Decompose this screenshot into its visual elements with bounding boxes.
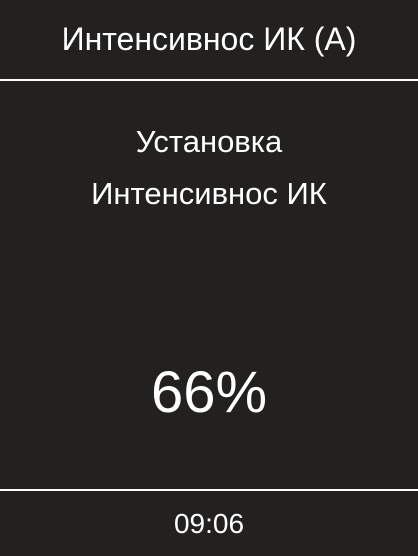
header-divider — [0, 79, 418, 81]
device-screen: Интенсивнос ИК (А) Установка Интенсивнос… — [0, 0, 418, 556]
setting-label-line1: Установка — [135, 124, 283, 159]
clock-time: 09:06 — [173, 507, 245, 539]
setting-label-line2: Интенсивнос ИК — [91, 176, 327, 211]
intensity-value: 66% — [150, 360, 268, 425]
screen-title: Интенсивнос ИК (А) — [61, 21, 357, 57]
